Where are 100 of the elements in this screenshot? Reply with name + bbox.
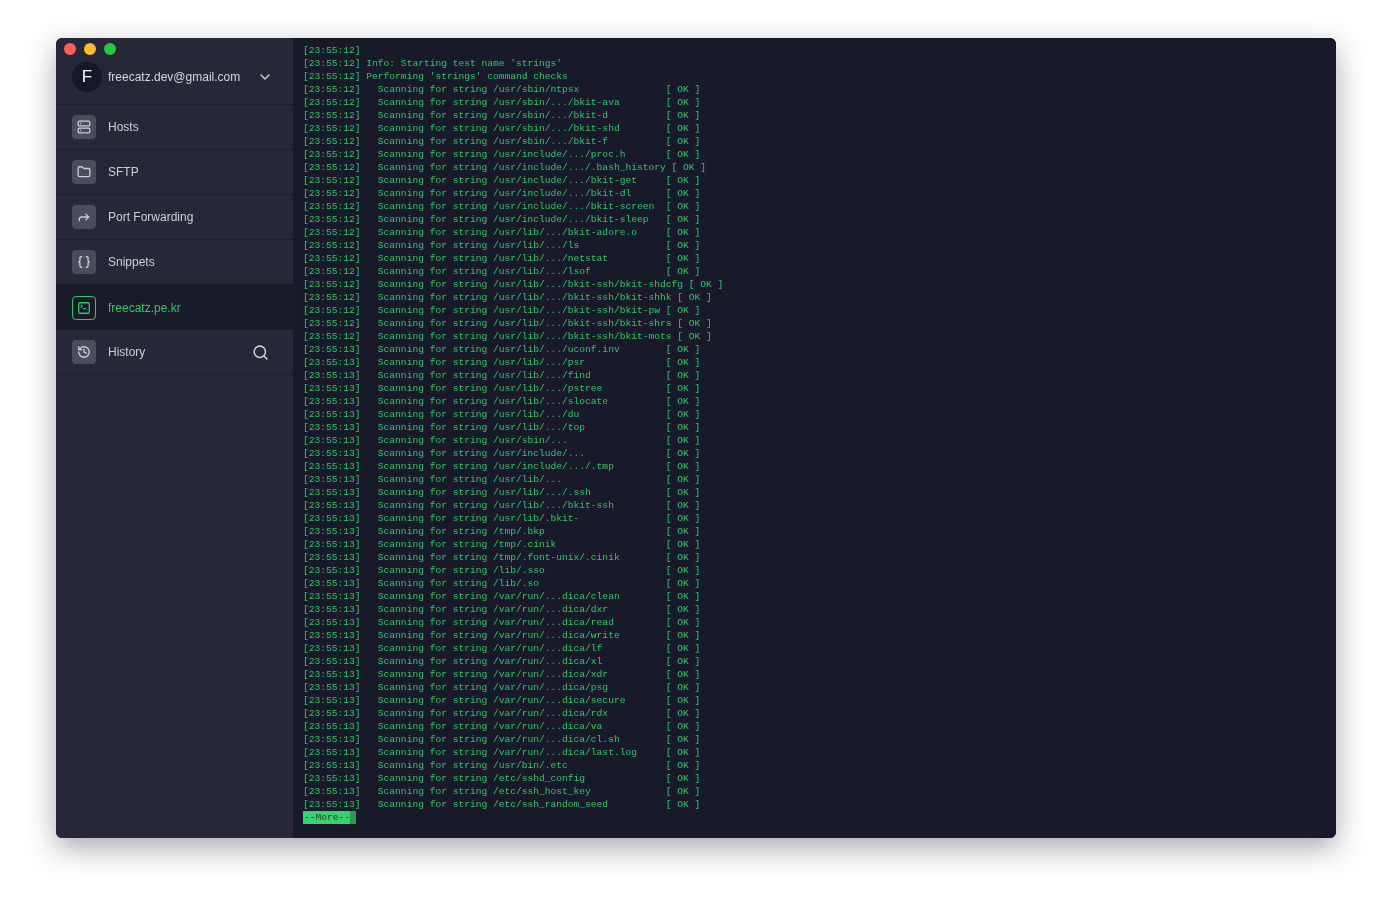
timestamp: [23:55:13] bbox=[303, 746, 361, 759]
status-text: [ OK ] bbox=[665, 642, 701, 655]
terminal-line: Scanning for string /tmp/.bkp bbox=[377, 525, 546, 538]
timestamp: [23:55:12] bbox=[303, 161, 361, 174]
timestamp: [23:55:13] bbox=[303, 369, 361, 382]
timestamp: [23:55:12] bbox=[303, 122, 361, 135]
terminal-line: Scanning for string /etc/ssh_host_key bbox=[377, 785, 592, 798]
terminal-line: Scanning for string /usr/sbin/.../bkit-shd bbox=[377, 122, 621, 135]
terminal-line: Scanning for string /var/run/...dica/last.log bbox=[377, 746, 638, 759]
terminal-line: Scanning for string /usr/lib/.../bkit-ssh/bkit-mots bbox=[377, 330, 672, 343]
status-text: [ OK ] bbox=[665, 434, 701, 447]
timestamp: [23:55:13] bbox=[303, 798, 361, 811]
terminal-line: Scanning for string /usr/sbin/... bbox=[377, 434, 569, 447]
terminal-line: Scanning for string /usr/include/.../bkit-screen bbox=[377, 200, 656, 213]
timestamp: [23:55:13] bbox=[303, 590, 361, 603]
timestamp: [23:55:12] bbox=[303, 96, 361, 109]
timestamp: [23:55:12] bbox=[303, 187, 361, 200]
terminal-line: Scanning for string /var/run/...dica/secure bbox=[377, 694, 627, 707]
timestamp: [23:55:13] bbox=[303, 642, 361, 655]
terminal-line: Scanning for string /var/run/...dica/clean bbox=[377, 590, 621, 603]
timestamp: [23:55:13] bbox=[303, 668, 361, 681]
sidebar-item-label: Snippets bbox=[108, 254, 156, 271]
timestamp: [23:55:12] bbox=[303, 135, 361, 148]
timestamp: [23:55:12] bbox=[303, 239, 361, 252]
terminal-line: Scanning for string /usr/lib/.../bkit-ssh/bkit-shdcfg bbox=[377, 278, 683, 291]
status-text: [ OK ] bbox=[665, 421, 701, 434]
status-text: [ OK ] bbox=[665, 473, 701, 486]
terminal-line: Scanning for string /lib/.sso bbox=[377, 564, 546, 577]
status-text: [ OK ] bbox=[665, 551, 701, 564]
timestamp: [23:55:13] bbox=[303, 486, 361, 499]
status-text: [ OK ] bbox=[665, 525, 701, 538]
timestamp: [23:55:12] bbox=[303, 148, 361, 161]
timestamp: [23:55:13] bbox=[303, 551, 361, 564]
terminal-line: Scanning for string /var/run/...dica/read bbox=[377, 616, 615, 629]
terminal-line: Scanning for string /usr/sbin/.../bkit-ava bbox=[377, 96, 621, 109]
status-text: [ OK ] bbox=[677, 317, 712, 330]
sidebar-item-label: freecatz.pe.kr bbox=[108, 299, 182, 317]
account-switcher[interactable]: F freecatz.dev@gmail.com bbox=[56, 62, 293, 92]
status-text: [ OK ] bbox=[665, 655, 701, 668]
status-text: [ OK ] bbox=[665, 135, 701, 148]
timestamp: [23:55:12] bbox=[303, 109, 361, 122]
timestamp: [23:55:12] bbox=[303, 252, 361, 265]
terminal-line: Scanning for string /usr/lib/.../find bbox=[377, 369, 592, 382]
timestamp: [23:55:13] bbox=[303, 733, 361, 746]
terminal-line: Scanning for string /usr/include/.../bkit-get bbox=[377, 174, 638, 187]
close-button[interactable] bbox=[64, 43, 76, 55]
status-text: [ OK ] bbox=[665, 174, 701, 187]
terminal-line: Scanning for string /usr/lib/.../ls bbox=[377, 239, 581, 252]
status-text: [ OK ] bbox=[665, 668, 701, 681]
timestamp: [23:55:12] bbox=[303, 226, 361, 239]
more-prompt: --More-- bbox=[303, 811, 351, 824]
terminal-line: Scanning for string /etc/ssh_random_seed bbox=[377, 798, 610, 811]
status-text: [ OK ] bbox=[665, 512, 701, 525]
terminal-line: Scanning for string /usr/lib/.../psr bbox=[377, 356, 587, 369]
terminal-line: Scanning for string /usr/sbin/ntpsx bbox=[377, 83, 581, 96]
terminal-line: Scanning for string /var/run/...dica/xl bbox=[377, 655, 604, 668]
terminal-line: Scanning for string /usr/lib/.../bkit-ssh/bkit-pw bbox=[377, 304, 660, 317]
status-text: [ OK ] bbox=[665, 343, 701, 356]
timestamp: [23:55:13] bbox=[303, 356, 361, 369]
status-text: [ OK ] bbox=[665, 746, 701, 759]
terminal-line: Scanning for string /usr/sbin/.../bkit-f bbox=[377, 135, 610, 148]
timestamp: [23:55:13] bbox=[303, 343, 361, 356]
terminal-line: Scanning for string /usr/include/.../bkit-dl bbox=[377, 187, 633, 200]
terminal-line: Scanning for string /usr/lib/.../bkit-ssh/bkit-shrs bbox=[377, 317, 672, 330]
status-text: [ OK ] bbox=[671, 161, 706, 174]
sidebar-item-label: SFTP bbox=[108, 164, 140, 181]
sidebar-item-label: Hosts bbox=[108, 119, 140, 136]
account-email: freecatz.dev@gmail.com bbox=[108, 69, 242, 86]
terminal-line: Scanning for string /usr/lib/.bkit- bbox=[377, 512, 581, 525]
status-text: [ OK ] bbox=[665, 239, 701, 252]
status-text: [ OK ] bbox=[665, 369, 701, 382]
status-text: [ OK ] bbox=[665, 356, 701, 369]
status-text: [ OK ] bbox=[665, 122, 701, 135]
timestamp: [23:55:12] bbox=[303, 291, 361, 304]
timestamp: [23:55:12] bbox=[303, 83, 361, 96]
status-text: [ OK ] bbox=[688, 278, 724, 291]
zoom-button[interactable] bbox=[104, 43, 116, 55]
terminal-line: Scanning for string /usr/include/.../proc.h bbox=[377, 148, 627, 161]
terminal-line: Scanning for string /lib/.so bbox=[377, 577, 541, 590]
terminal-line: Scanning for string /var/run/...dica/cl.sh bbox=[377, 733, 621, 746]
history-icon bbox=[72, 340, 96, 364]
terminal-line: Scanning for string /var/run/...dica/psg bbox=[377, 681, 610, 694]
status-text: [ OK ] bbox=[665, 408, 701, 421]
minimize-button[interactable] bbox=[84, 43, 96, 55]
status-text: [ OK ] bbox=[665, 720, 701, 733]
status-text: [ OK ] bbox=[665, 772, 701, 785]
timestamp: [23:55:13] bbox=[303, 564, 361, 577]
terminal-line: Scanning for string /usr/lib/.../bkit-ssh/bkit-shhk bbox=[377, 291, 672, 304]
status-text: [ OK ] bbox=[665, 733, 701, 746]
timestamp: [23:55:13] bbox=[303, 577, 361, 590]
terminal-line: Scanning for string /usr/bin/.etc bbox=[377, 759, 569, 772]
status-text: [ OK ] bbox=[665, 395, 701, 408]
sidebar-item[interactable]: freecatz.pe.kr bbox=[56, 285, 293, 330]
terminal-line: Scanning for string /usr/include/.../.bash_history bbox=[377, 161, 666, 174]
status-text: [ OK ] bbox=[665, 707, 701, 720]
search-icon[interactable] bbox=[252, 343, 269, 361]
timestamp: [23:55:13] bbox=[303, 759, 361, 772]
status-text: [ OK ] bbox=[665, 304, 701, 317]
cursor bbox=[350, 811, 357, 824]
timestamp: [23:55:13] bbox=[303, 512, 361, 525]
